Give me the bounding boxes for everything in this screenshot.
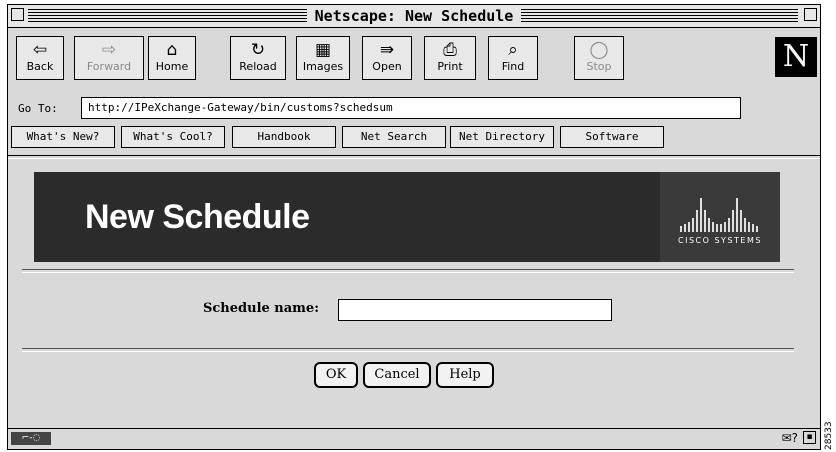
images-label: Images (302, 60, 344, 73)
home-button[interactable]: ⌂ Home (148, 36, 196, 80)
toolbar: ⇦ Back ⇨ Forward ⌂ Home ↻ Reload ▦ Image… (8, 28, 820, 92)
page-banner: New Schedule CISCO SYSTEMS (34, 172, 780, 262)
reload-icon: ↻ (250, 40, 266, 60)
toolbar-divider (8, 155, 820, 159)
divider-bottom (22, 348, 794, 352)
stop-button[interactable]: ◯ Stop (574, 36, 624, 80)
component-bar-icon[interactable]: ▪ (803, 431, 816, 444)
whats-new-button[interactable]: What's New? (11, 126, 115, 148)
schedule-name-label: Schedule name: (203, 301, 320, 316)
reload-button[interactable]: ↻ Reload (230, 36, 286, 80)
home-icon: ⌂ (166, 40, 178, 60)
goto-label: Go To: (18, 102, 58, 115)
find-label: Find (501, 60, 525, 73)
help-button[interactable]: Help (436, 362, 494, 388)
netscape-logo[interactable]: N (775, 37, 817, 77)
zoom-box[interactable] (804, 8, 817, 21)
back-button[interactable]: ⇦ Back (16, 36, 64, 80)
net-search-button[interactable]: Net Search (342, 126, 446, 148)
reload-label: Reload (239, 60, 277, 73)
divider-top (22, 269, 794, 273)
open-icon: ⇛ (379, 40, 395, 60)
print-label: Print (437, 60, 463, 73)
forward-label: Forward (86, 60, 132, 73)
find-icon: ⌕ (508, 40, 518, 60)
net-directory-button[interactable]: Net Directory (450, 126, 554, 148)
print-button[interactable]: ⎙ Print (424, 36, 476, 80)
banner-title: New Schedule (85, 198, 310, 236)
whats-cool-button[interactable]: What's Cool? (121, 126, 225, 148)
forward-button[interactable]: ⇨ Forward (74, 36, 144, 80)
title-bar[interactable]: Netscape: New Schedule (8, 5, 820, 28)
status-bar: ⌐-◌ ✉? ▪ (8, 428, 820, 449)
cancel-button[interactable]: Cancel (363, 362, 431, 388)
cisco-wordmark: CISCO SYSTEMS (678, 236, 762, 245)
open-label: Open (372, 60, 402, 73)
images-icon: ▦ (314, 40, 332, 60)
browser-window: Netscape: New Schedule ⇦ Back ⇨ Forward … (7, 4, 821, 450)
open-button[interactable]: ⇛ Open (362, 36, 412, 80)
find-button[interactable]: ⌕ Find (488, 36, 538, 80)
schedule-name-input[interactable] (338, 299, 612, 321)
figure-code: 28533 (824, 421, 834, 450)
cisco-bars-icon (680, 198, 758, 232)
cisco-logo: CISCO SYSTEMS (660, 172, 780, 262)
software-button[interactable]: Software (560, 126, 664, 148)
home-label: Home (155, 60, 189, 73)
security-key-icon[interactable]: ⌐-◌ (11, 432, 51, 445)
mail-icon[interactable]: ✉? (782, 431, 798, 445)
ok-button[interactable]: OK (314, 362, 358, 388)
back-arrow-icon: ⇦ (32, 40, 48, 60)
images-button[interactable]: ▦ Images (296, 36, 350, 80)
forward-arrow-icon: ⇨ (101, 40, 117, 60)
stop-icon: ◯ (589, 40, 609, 60)
back-label: Back (26, 60, 54, 73)
location-field[interactable]: http://IPeXchange-Gateway/bin/customs?sc… (81, 97, 741, 119)
stop-label: Stop (586, 60, 612, 73)
handbook-button[interactable]: Handbook (232, 126, 336, 148)
print-icon: ⎙ (443, 40, 457, 60)
window-title: Netscape: New Schedule (306, 7, 522, 25)
